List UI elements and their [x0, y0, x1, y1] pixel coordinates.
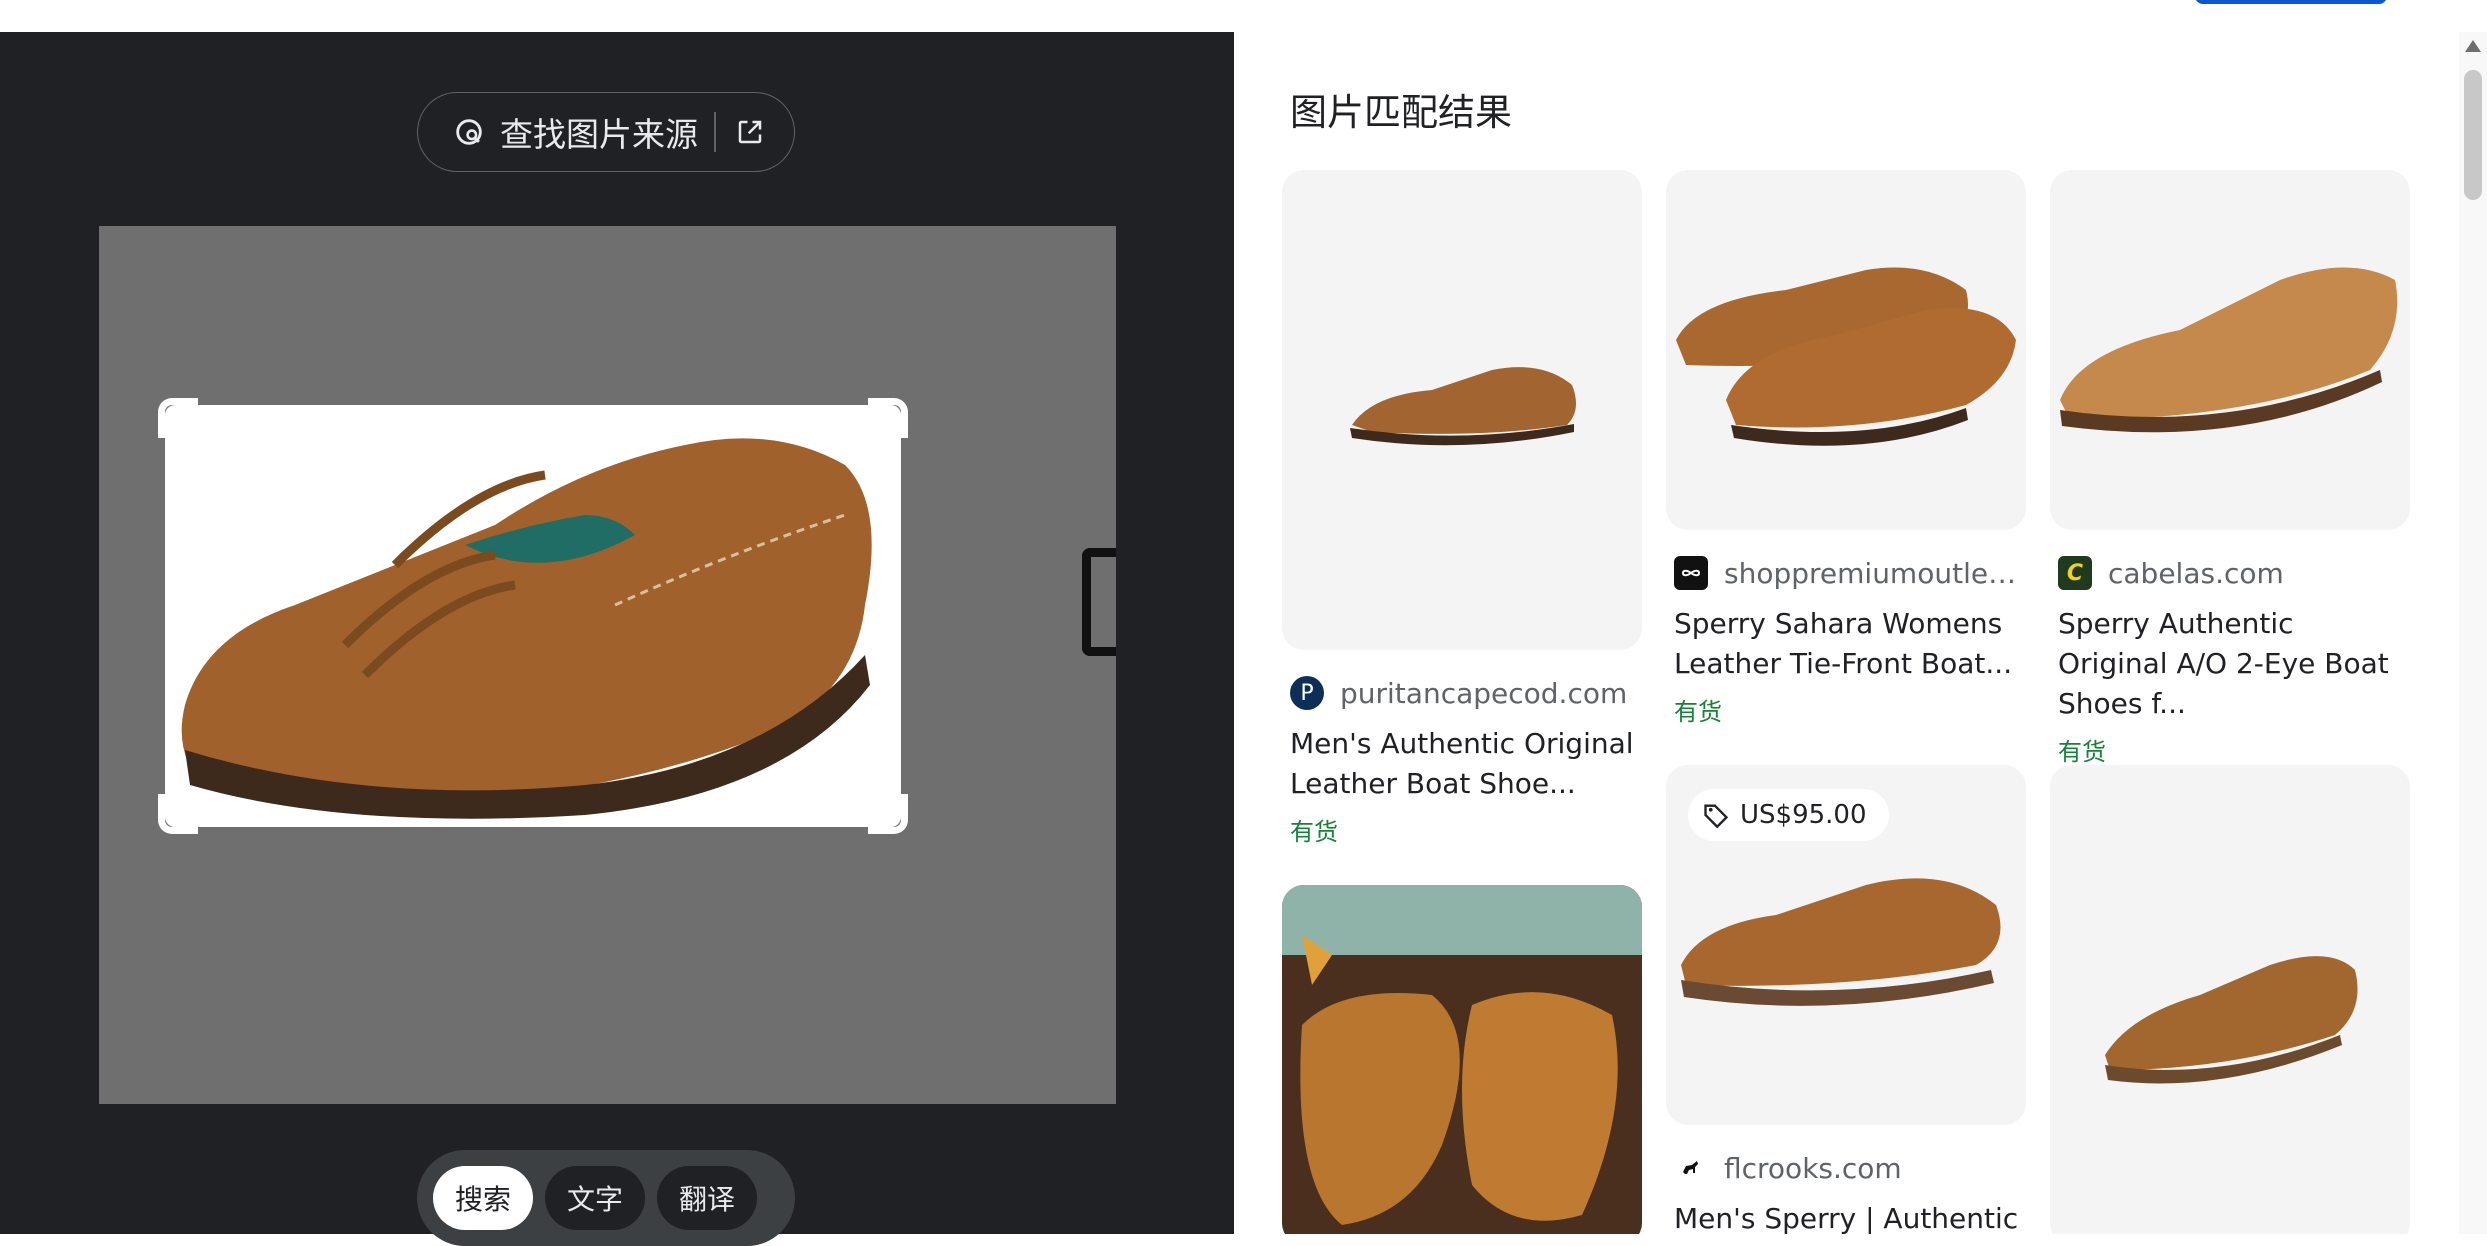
results-panel: 图片匹配结果 P puritancapecod.com Men's Authen…: [1234, 32, 2487, 1234]
image-canvas: [99, 226, 1116, 1104]
image-search-icon: [450, 113, 488, 151]
crop-handle-top-right[interactable]: [868, 398, 908, 438]
mode-text[interactable]: 文字: [545, 1166, 646, 1230]
lens-mode-switcher: 搜索 文字 翻译: [417, 1150, 795, 1246]
result-title[interactable]: Men's Authentic Original Leather Boat Sh…: [1290, 724, 1640, 804]
boat-shoe-image: [181, 438, 872, 819]
result-thumbnail[interactable]: [1282, 170, 1642, 650]
find-image-source-button[interactable]: 查找图片来源: [417, 92, 795, 172]
result-thumbnail[interactable]: US$95.00: [1666, 765, 2026, 1125]
result-card-puritan[interactable]: P puritancapecod.com Men's Authentic Ori…: [1282, 170, 1642, 847]
infinity-favicon-icon: [1674, 556, 1708, 590]
price-value: US$95.00: [1740, 800, 1867, 830]
stock-status: 有货: [1290, 818, 1338, 846]
crop-handle-bottom-right[interactable]: [868, 794, 908, 834]
puritan-favicon-icon: P: [1290, 676, 1324, 710]
result-thumbnail[interactable]: [1666, 170, 2026, 530]
selected-region[interactable]: [165, 405, 901, 827]
horse-favicon-icon: [1674, 1151, 1708, 1185]
mode-translate[interactable]: 翻译: [657, 1166, 758, 1230]
header-primary-button[interactable]: [2195, 0, 2387, 4]
result-card-cabelas[interactable]: C cabelas.com Sperry Authentic Original …: [2050, 170, 2410, 767]
scroll-up-arrow-icon[interactable]: [2465, 40, 2481, 52]
results-title: 图片匹配结果: [1290, 91, 1512, 134]
shoe-pair-thumbnail-image: [1676, 267, 2016, 446]
result-thumbnail[interactable]: [1282, 885, 1642, 1234]
open-in-new-icon[interactable]: [732, 114, 768, 150]
crop-handle-bottom-left[interactable]: [158, 794, 198, 834]
result-domain: flcrooks.com: [1724, 1151, 1902, 1185]
result-card-flcrooks[interactable]: US$95.00 flcrooks.com Men's Sperry | Aut…: [1666, 765, 2026, 1234]
crop-handle-top-left[interactable]: [158, 398, 198, 438]
mode-search[interactable]: 搜索: [433, 1166, 534, 1230]
cabelas-favicon-icon: C: [2058, 556, 2092, 590]
price-badge: US$95.00: [1688, 789, 1889, 841]
result-thumbnail[interactable]: [2050, 765, 2410, 1234]
results-scrollbar[interactable]: [2459, 32, 2487, 1234]
result-card-sperry[interactable]: [2050, 765, 2410, 1234]
stock-status: 有货: [2058, 738, 2106, 766]
shoe-thumbnail-image: [2060, 267, 2398, 433]
result-title[interactable]: Men's Sperry | Authentic: [1674, 1199, 2024, 1234]
result-thumbnail[interactable]: [2050, 170, 2410, 530]
result-domain: shoppremiumoutlets...: [1724, 556, 2024, 590]
shoe-thumbnail-image: [2105, 956, 2358, 1084]
find-source-label: 查找图片来源: [500, 115, 698, 154]
result-domain: puritancapecod.com: [1340, 676, 1628, 710]
scrollbar-thumb[interactable]: [2464, 70, 2482, 200]
price-tag-icon: [1704, 804, 1729, 829]
cut-off-object: [1082, 548, 1116, 656]
shoe-thumbnail-image: [1350, 367, 1576, 446]
result-title[interactable]: Sperry Authentic Original A/O 2-Eye Boat…: [2058, 604, 2408, 724]
shoe-pair-photo-image: [1282, 885, 1642, 1225]
stock-status: 有货: [1674, 698, 1722, 726]
result-domain: cabelas.com: [2108, 556, 2284, 590]
result-card-shoppremium[interactable]: shoppremiumoutlets... Sperry Sahara Wome…: [1666, 170, 2026, 727]
top-bar: [0, 0, 2487, 33]
result-card-photo[interactable]: [1282, 885, 1642, 1234]
result-title[interactable]: Sperry Sahara Womens Leather Tie-Front B…: [1674, 604, 2024, 684]
divider: [714, 112, 716, 152]
